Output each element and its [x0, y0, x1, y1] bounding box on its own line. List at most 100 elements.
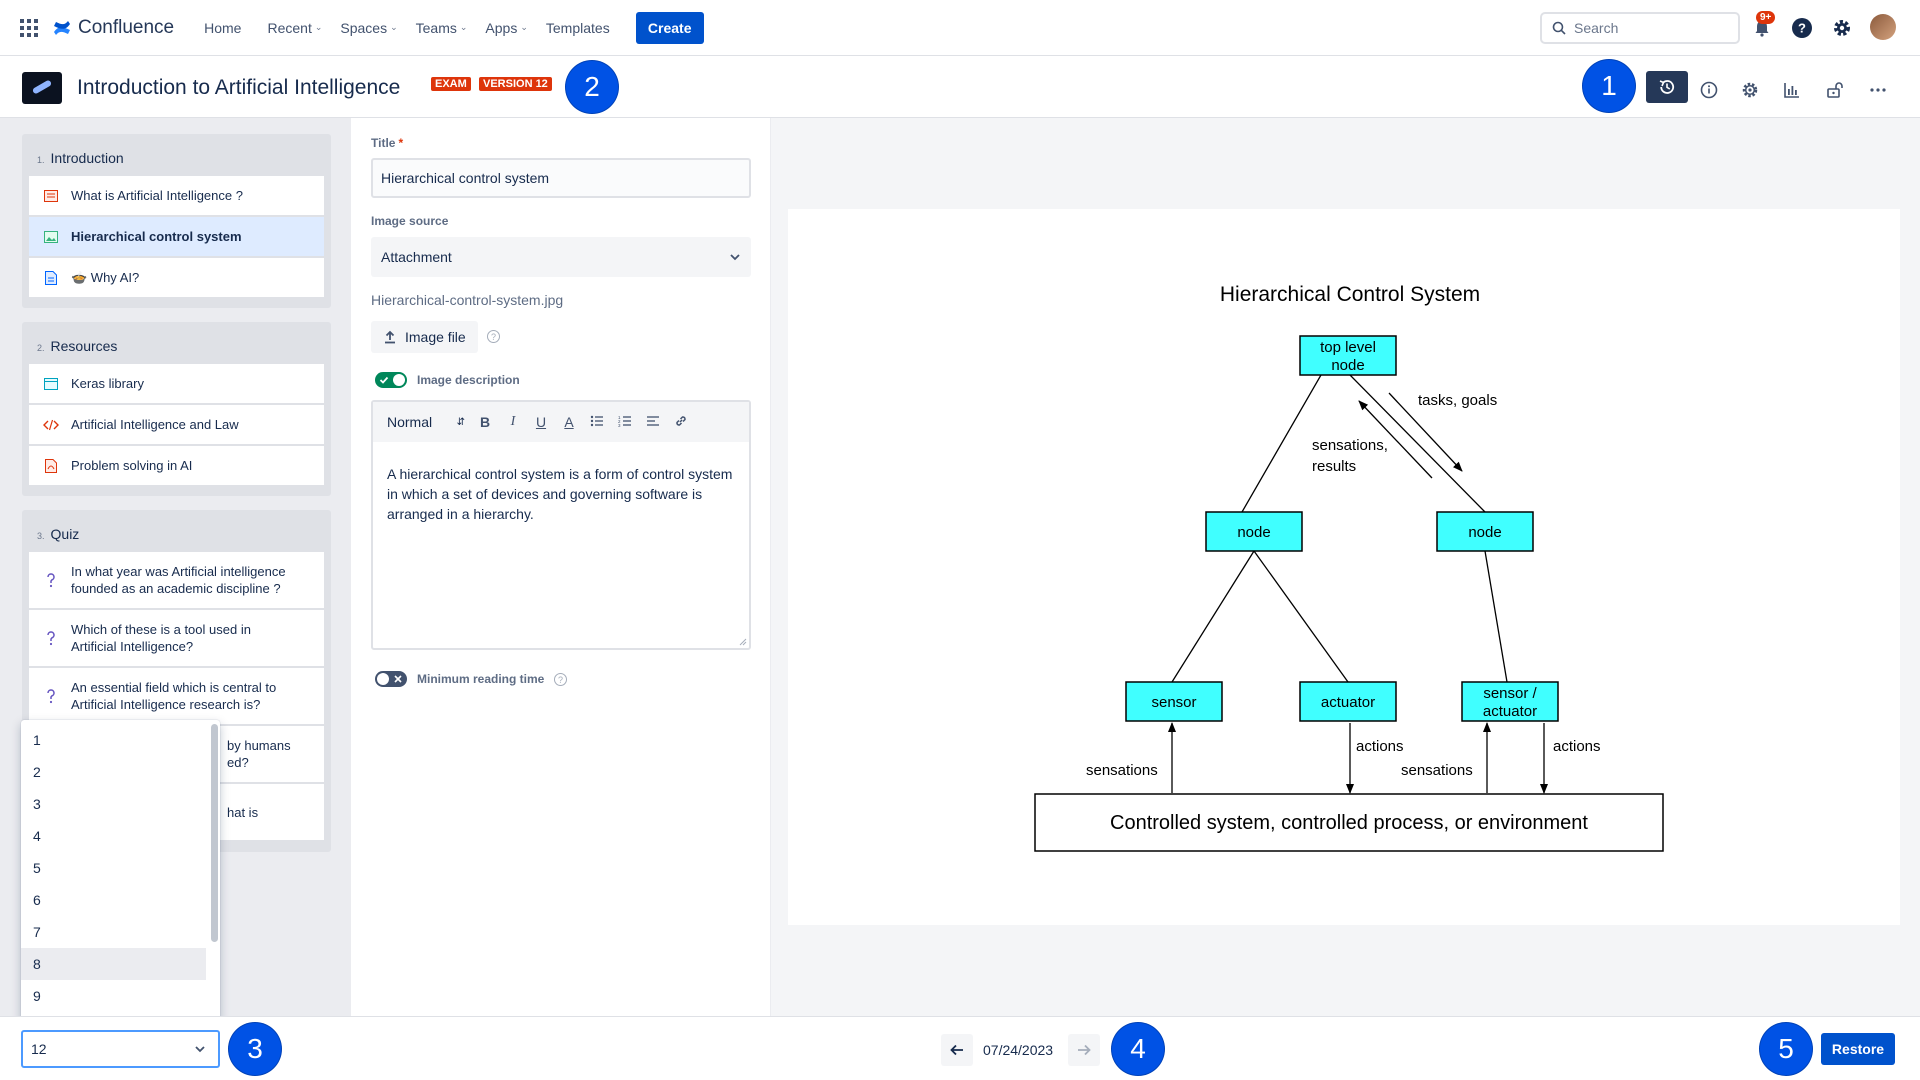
nav-templates[interactable]: Templates: [546, 20, 610, 36]
nav-home[interactable]: Home: [204, 20, 241, 36]
nav-apps[interactable]: Apps ⌄: [485, 20, 527, 36]
help-icon[interactable]: ?: [554, 673, 567, 686]
confluence-logo[interactable]: Confluence: [52, 17, 174, 39]
sidebar-item-why-ai[interactable]: 🍲 Why AI?: [29, 258, 324, 297]
image-source-select[interactable]: Attachment: [371, 237, 751, 277]
svg-text:?: ?: [1798, 21, 1806, 36]
quiz-label: An essential field which is central to: [71, 680, 277, 695]
unlock-icon: [1827, 82, 1843, 98]
app-switcher-icon[interactable]: [20, 18, 40, 38]
version-select[interactable]: 12: [21, 1030, 220, 1068]
section-title: Resources: [50, 338, 118, 354]
section-number: 3.: [37, 531, 45, 541]
sidebar-item-problem-solving[interactable]: Problem solving in AI: [29, 446, 324, 485]
notification-count-badge: 9+: [1756, 11, 1776, 24]
sidebar-item-quiz-3[interactable]: An essential field which is central to Ar…: [29, 668, 324, 724]
version-option[interactable]: 5: [21, 852, 206, 884]
page-thumbnail: [22, 72, 62, 104]
search-input[interactable]: Search: [1540, 12, 1740, 44]
version-history-button[interactable]: [1646, 71, 1688, 103]
version-option[interactable]: 2: [21, 756, 206, 788]
close-icon: [394, 675, 402, 683]
editor-content[interactable]: A hierarchical control system is a form …: [373, 442, 749, 546]
text-color-icon[interactable]: A: [561, 414, 577, 430]
node-label: node: [1331, 357, 1364, 374]
hierarchical-control-diagram: Hierarchical Control System top level no…: [1034, 283, 1664, 852]
image-icon: [43, 229, 59, 245]
help-icon[interactable]: ?: [487, 330, 500, 343]
version-option[interactable]: 6: [21, 884, 206, 916]
quiz-label: ed?: [227, 755, 249, 770]
numbered-list-icon[interactable]: 123: [617, 414, 633, 430]
underline-icon[interactable]: U: [533, 414, 549, 430]
next-version-button[interactable]: [1068, 1034, 1100, 1066]
section-number: 2.: [37, 343, 45, 353]
nav-spaces[interactable]: Spaces ⌄: [340, 20, 397, 36]
edge-label: sensations: [1401, 762, 1473, 779]
settings-button[interactable]: [1828, 14, 1856, 42]
quiz-label: Artificial Intelligence?: [71, 639, 194, 654]
resize-handle-icon[interactable]: [739, 638, 747, 646]
dropdown-scrollbar[interactable]: [211, 724, 218, 942]
minimum-reading-time-toggle[interactable]: [375, 671, 407, 687]
nav-spaces-label: Spaces: [340, 19, 388, 36]
updown-icon: ⇵: [456, 416, 465, 428]
page-settings-button[interactable]: [1736, 76, 1764, 104]
section-header[interactable]: 1. Introduction: [29, 140, 324, 174]
create-button[interactable]: Create: [635, 11, 704, 44]
section-title: Quiz: [50, 526, 80, 542]
node-left: node: [1205, 511, 1303, 552]
callout-1: 1: [1583, 60, 1635, 112]
image-source-value: Attachment: [381, 249, 452, 265]
link-icon[interactable]: [673, 414, 689, 431]
image-source-label: Image source: [371, 214, 449, 228]
version-option[interactable]: 4: [21, 820, 206, 852]
info-button[interactable]: [1695, 76, 1723, 104]
sidebar-item-quiz-1[interactable]: In what year was Artificial intelligence…: [29, 552, 324, 608]
restore-button[interactable]: Restore: [1821, 1033, 1895, 1065]
analytics-button[interactable]: [1778, 76, 1806, 104]
restrictions-button[interactable]: [1821, 76, 1849, 104]
sidebar-item-keras[interactable]: Keras library: [29, 364, 324, 403]
upload-image-button[interactable]: Image file: [371, 321, 478, 353]
section-introduction: 1. Introduction What is Artificial Intell…: [22, 134, 331, 308]
previous-version-button[interactable]: [941, 1034, 973, 1066]
arrow-right-icon: [1078, 1044, 1091, 1056]
editor-toolbar: Normal ⇵ B I U A 123: [373, 402, 749, 442]
align-icon[interactable]: [645, 414, 661, 430]
environment-label: Controlled system, controlled process, o…: [1110, 812, 1588, 834]
nav-teams[interactable]: Teams ⌄: [416, 20, 468, 36]
toggle-knob: [377, 673, 389, 685]
version-option[interactable]: 9: [21, 980, 206, 1012]
sidebar-item-what-is-ai[interactable]: What is Artificial Intelligence ?: [29, 176, 324, 215]
description-editor[interactable]: Normal ⇵ B I U A 123 A hierarchical contr…: [371, 400, 751, 650]
more-actions-button[interactable]: [1864, 76, 1892, 104]
sidebar-item-quiz-2[interactable]: Which of these is a tool used in Artifici…: [29, 610, 324, 666]
text-style-select[interactable]: Normal ⇵: [387, 414, 465, 430]
quiz-label: founded as an academic discipline ?: [71, 581, 281, 596]
title-input[interactable]: Hierarchical control system: [371, 158, 751, 198]
version-option[interactable]: 7: [21, 916, 206, 948]
bullet-list-icon[interactable]: [589, 414, 605, 430]
chevron-down-icon: [195, 1046, 205, 1053]
edge: [1484, 550, 1508, 683]
info-icon: [1700, 81, 1718, 99]
version-option[interactable]: 3: [21, 788, 206, 820]
version-badge: VERSION 12: [479, 77, 552, 91]
edge-label: actions: [1553, 738, 1601, 755]
help-button[interactable]: ?: [1788, 14, 1816, 42]
italic-icon[interactable]: I: [505, 414, 521, 430]
section-header[interactable]: 3. Quiz: [29, 516, 324, 550]
svg-text:3: 3: [618, 423, 621, 427]
chevron-down-icon: ⌄: [459, 22, 468, 32]
bold-icon[interactable]: B: [477, 414, 493, 430]
section-title: Introduction: [50, 150, 124, 166]
sidebar-item-ai-law[interactable]: Artificial Intelligence and Law: [29, 405, 324, 444]
sidebar-item-hierarchical-control[interactable]: Hierarchical control system: [29, 217, 324, 256]
section-header[interactable]: 2. Resources: [29, 328, 324, 362]
image-description-toggle[interactable]: [375, 372, 407, 388]
version-option[interactable]: 8: [21, 948, 206, 980]
nav-recent[interactable]: Recent ⌄: [267, 20, 322, 36]
avatar[interactable]: [1870, 14, 1896, 40]
version-option[interactable]: 1: [21, 724, 206, 756]
